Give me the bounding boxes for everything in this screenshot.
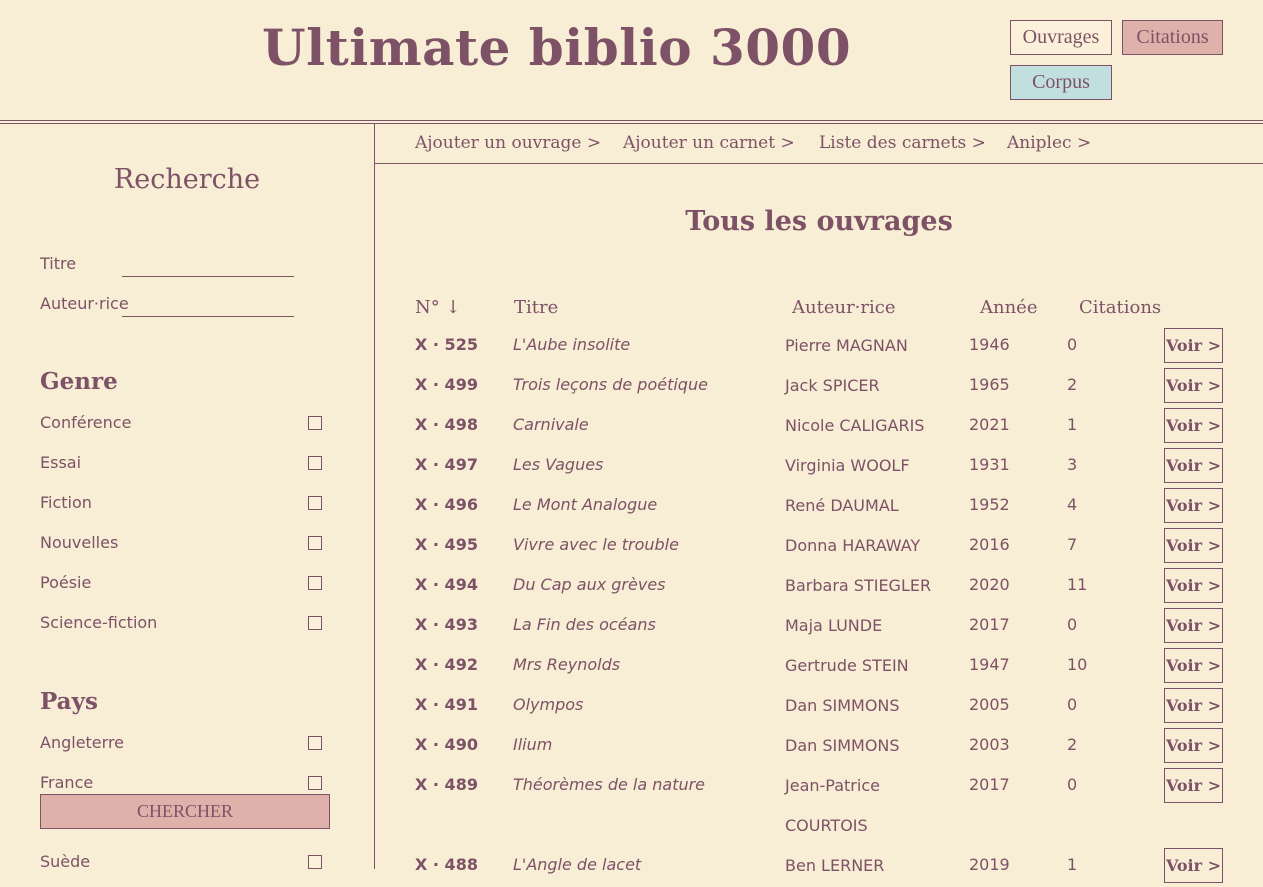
row-number: X · 497 (415, 455, 478, 474)
row-number: X · 499 (415, 375, 478, 394)
table-row: X · 490 Ilium Dan SIMMONS 2003 2 Voir > (375, 727, 1263, 767)
voir-button[interactable]: Voir > (1164, 568, 1223, 603)
row-title: Trois leçons de poétique (513, 375, 708, 394)
table-row: X · 495 Vivre avec le trouble Donna HARAWA… (375, 527, 1263, 567)
table-row: X · 498 Carnivale Nicole CALIGARIS 2021 1 Voi… (375, 407, 1263, 447)
voir-button[interactable]: Voir > (1164, 728, 1223, 763)
table-row: X · 491 Olympos Dan SIMMONS 2005 0 Voir > (375, 687, 1263, 727)
row-title: Mrs Reynolds (513, 655, 621, 674)
row-number: X · 488 (415, 855, 478, 874)
row-year: 2021 (969, 415, 1010, 434)
row-number: X · 498 (415, 415, 478, 434)
table-row: X · 525 L'Aube insolite Pierre MAGNAN 1946 0… (375, 327, 1263, 367)
row-citations: 1 (1067, 415, 1078, 434)
row-year: 1965 (969, 375, 1010, 394)
row-title: Théorèmes de la nature (513, 775, 706, 794)
row-author: Nicole CALIGARIS (785, 416, 925, 435)
table-row: X · 492 Mrs Reynolds Gertrude STEIN 1947 10 V… (375, 647, 1263, 687)
row-citations: 2 (1067, 375, 1078, 394)
row-author: René DAUMAL (785, 496, 899, 515)
voir-button[interactable]: Voir > (1164, 608, 1223, 643)
table-row: X · 494 Du Cap aux grèves Barbara STIEGLER… (375, 567, 1263, 607)
voir-button[interactable]: Voir > (1164, 408, 1223, 443)
voir-button[interactable]: Voir > (1164, 528, 1223, 563)
voir-button[interactable]: Voir > (1164, 448, 1223, 483)
row-title: Ilium (513, 735, 553, 754)
row-author: Jean-Patrice COURTOIS (785, 776, 880, 835)
table-row: X · 489 Théorèmes de la nature Jean-Patric… (375, 767, 1263, 835)
row-author: Gertrude STEIN (785, 656, 909, 675)
table-row: X · 493 La Fin des océans Maja LUNDE 2017 0 V… (375, 607, 1263, 647)
row-author: Dan SIMMONS (785, 696, 900, 715)
row-author: Barbara STIEGLER (785, 576, 932, 595)
voir-button[interactable]: Voir > (1164, 328, 1223, 363)
row-citations: 0 (1067, 615, 1078, 634)
row-title: Le Mont Analogue (513, 495, 658, 514)
row-year: 1947 (969, 655, 1010, 674)
row-title: Vivre avec le trouble (513, 535, 679, 554)
row-author: Virginia WOOLF (785, 456, 910, 475)
row-author: Ben LERNER (785, 856, 885, 875)
voir-button[interactable]: Voir > (1164, 688, 1223, 723)
table-row: X · 496 Le Mont Analogue René DAUMAL 1952 4 V… (375, 487, 1263, 527)
row-title: La Fin des océans (513, 615, 656, 634)
table-row: X · 499 Trois leçons de poétique Jack SPIC… (375, 367, 1263, 407)
row-number: X · 490 (415, 735, 478, 754)
voir-button[interactable]: Voir > (1164, 488, 1223, 523)
row-citations: 0 (1067, 775, 1078, 794)
row-title: Carnivale (513, 415, 589, 434)
row-title: L'Angle de lacet (513, 855, 642, 874)
table-row: X · 497 Les Vagues Virginia WOOLF 1931 3 Voir… (375, 447, 1263, 487)
row-citations: 0 (1067, 695, 1078, 714)
row-citations: 11 (1067, 575, 1088, 594)
voir-button[interactable]: Voir > (1164, 648, 1223, 683)
row-year: 2020 (969, 575, 1010, 594)
row-author: Dan SIMMONS (785, 736, 900, 755)
row-number: X · 491 (415, 695, 478, 714)
row-year: 2003 (969, 735, 1010, 754)
row-year: 2019 (969, 855, 1010, 874)
row-citations: 0 (1067, 335, 1078, 354)
row-year: 1931 (969, 455, 1010, 474)
row-year: 1952 (969, 495, 1010, 514)
row-author: Donna HARAWAY (785, 536, 921, 555)
row-citations: 2 (1067, 735, 1078, 754)
row-citations: 10 (1067, 655, 1088, 674)
row-year: 2005 (969, 695, 1010, 714)
row-title: Olympos (513, 695, 584, 714)
voir-button[interactable]: Voir > (1164, 848, 1223, 883)
row-number: X · 496 (415, 495, 478, 514)
row-number: X · 495 (415, 535, 478, 554)
row-year: 2016 (969, 535, 1010, 554)
row-author: Jack SPICER (785, 376, 880, 395)
row-year: 2017 (969, 775, 1010, 794)
row-year: 2017 (969, 615, 1010, 634)
row-number: X · 525 (415, 335, 478, 354)
row-number: X · 489 (415, 775, 478, 794)
row-citations: 1 (1067, 855, 1078, 874)
table-row: X · 488 L'Angle de lacet Ben LERNER 2019 1 Vo… (375, 847, 1263, 887)
voir-button[interactable]: Voir > (1164, 368, 1223, 403)
row-author: Maja LUNDE (785, 616, 883, 635)
row-title: L'Aube insolite (513, 335, 631, 354)
ouvrages-table: X · 525 L'Aube insolite Pierre MAGNAN 1946 0… (0, 0, 1263, 883)
row-year: 1946 (969, 335, 1010, 354)
row-number: X · 492 (415, 655, 478, 674)
row-author: Pierre MAGNAN (785, 336, 908, 355)
row-number: X · 493 (415, 615, 478, 634)
row-title: Les Vagues (513, 455, 604, 474)
voir-button[interactable]: Voir > (1164, 768, 1223, 803)
row-title: Du Cap aux grèves (513, 575, 666, 594)
row-citations: 3 (1067, 455, 1078, 474)
row-citations: 7 (1067, 535, 1078, 554)
row-number: X · 494 (415, 575, 478, 594)
row-citations: 4 (1067, 495, 1078, 514)
